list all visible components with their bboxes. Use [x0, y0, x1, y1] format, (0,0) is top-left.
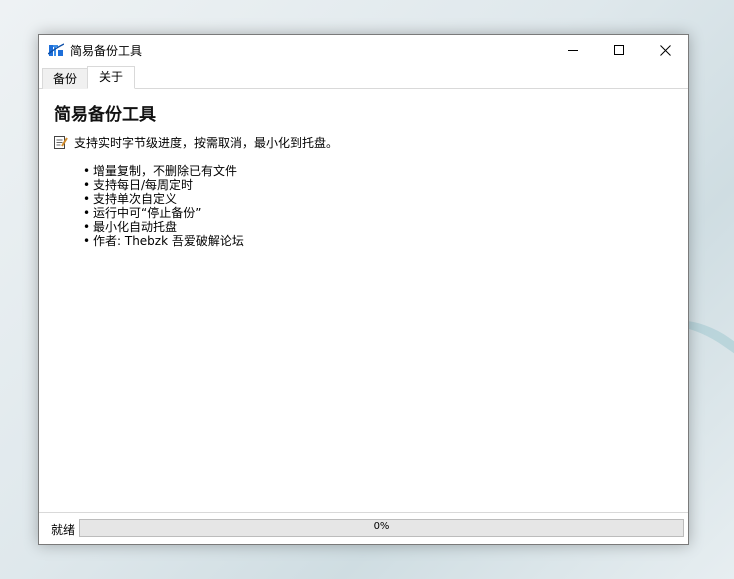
- maximize-icon: [614, 45, 624, 55]
- title-bar: 简易备份工具: [39, 35, 688, 65]
- list-item: 作者: Thebzk 吾爱破解论坛: [83, 234, 244, 248]
- list-item: 最小化自动托盘: [83, 220, 244, 234]
- app-logo-icon: [48, 43, 64, 56]
- list-item: 运行中可“停止备份”: [83, 206, 244, 220]
- tab-strip: 备份 关于: [39, 66, 688, 89]
- window-controls: [550, 35, 688, 65]
- window-title: 简易备份工具: [70, 43, 143, 58]
- list-item: 支持单次自定义: [83, 192, 244, 206]
- close-icon: [659, 44, 671, 56]
- feature-list: 增量复制，不删除已有文件 支持每日/每周定时 支持单次自定义 运行中可“停止备份…: [83, 164, 244, 248]
- status-label: 就绪: [51, 523, 76, 537]
- tab-about[interactable]: 关于: [87, 66, 135, 89]
- minimize-button[interactable]: [550, 35, 596, 65]
- app-window: 简易备份工具 备份 关于 简易备份工具 支持实时字节级进度，按需取消，最小化到托…: [38, 34, 689, 545]
- memo-icon: [54, 136, 68, 149]
- minimize-icon: [568, 50, 578, 51]
- progress-text: 0%: [373, 521, 390, 532]
- tab-backup[interactable]: 备份: [42, 68, 88, 89]
- intro-line: 支持实时字节级进度，按需取消，最小化到托盘。: [53, 134, 338, 151]
- progress-bar: 0%: [79, 519, 684, 537]
- page-title: 简易备份工具: [54, 105, 156, 125]
- list-item: 支持每日/每周定时: [83, 178, 244, 192]
- intro-text: 支持实时字节级进度，按需取消，最小化到托盘。: [74, 136, 339, 150]
- list-item: 增量复制，不删除已有文件: [83, 164, 244, 178]
- close-button[interactable]: [642, 35, 688, 65]
- maximize-button[interactable]: [596, 35, 642, 65]
- about-panel: 简易备份工具 支持实时字节级进度，按需取消，最小化到托盘。 增量复制，不删除已有…: [39, 89, 688, 513]
- status-bar: 就绪 0%: [39, 512, 688, 544]
